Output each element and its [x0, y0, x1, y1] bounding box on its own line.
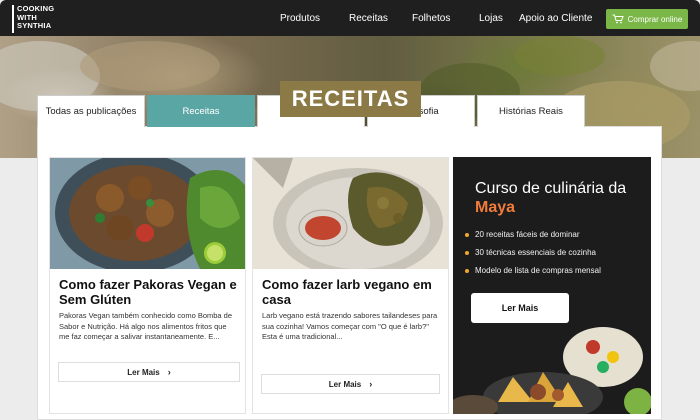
promo-feature-list: 20 receitas fáceis de dominar 30 técnica… [465, 226, 645, 280]
card-title[interactable]: Como fazer Pakoras Vegan e Sem Glúten [59, 277, 239, 307]
nav-item-lojas[interactable]: Lojas [479, 13, 503, 24]
promo-feature: 20 receitas fáceis de dominar [465, 226, 645, 244]
shop-online-label: Comprar online [627, 14, 683, 24]
read-more-label: Ler Mais [127, 367, 160, 377]
promo-read-more-button[interactable]: Ler Mais [471, 293, 569, 323]
shop-online-button[interactable]: Comprar online [606, 9, 688, 29]
promo-food-image [453, 327, 651, 414]
pakoras-image [50, 158, 245, 269]
read-more-button[interactable]: Ler Mais › [58, 362, 240, 382]
tab-historias-reais[interactable]: Histórias Reais [477, 95, 585, 127]
nav-item-receitas[interactable]: Receitas [349, 13, 388, 24]
promo-feature: Modelo de lista de compras mensal [465, 262, 645, 280]
recipe-card-pakoras[interactable]: Como fazer Pakoras Vegan e Sem Glúten Pa… [49, 157, 246, 414]
promo-title-accent: Maya [475, 199, 516, 216]
card-excerpt: Pakoras Vegan também conhecido como Bomb… [59, 311, 233, 341]
nav-item-produtos[interactable]: Produtos [280, 13, 320, 24]
chevron-right-icon: › [167, 367, 171, 377]
nav-item-apoio[interactable]: Apoio ao Cliente [519, 13, 592, 24]
bullet-icon [465, 233, 469, 237]
chevron-right-icon: › [369, 379, 373, 389]
promo-feature: 30 técnicas essenciais de cozinha [465, 244, 645, 262]
top-nav: COOKING WITH SYNTHIA Produtos Receitas F… [0, 0, 700, 36]
bullet-icon [465, 269, 469, 273]
page-frame: COOKING WITH SYNTHIA Produtos Receitas F… [0, 0, 700, 420]
page-title: RECEITAS [280, 81, 421, 117]
logo-line-3: SYNTHIA [17, 21, 52, 30]
nav-item-folhetos[interactable]: Folhetos [412, 13, 450, 24]
promo-title-prefix: Curso de culinária da [475, 180, 627, 197]
promo-feature-text: 20 receitas fáceis de dominar [475, 230, 580, 239]
site-logo[interactable]: COOKING WITH SYNTHIA [12, 4, 62, 33]
larb-image [253, 158, 448, 269]
tab-todas[interactable]: Todas as publicações [37, 95, 145, 127]
read-more-button[interactable]: Ler Mais › [261, 374, 440, 394]
cart-icon [612, 14, 624, 24]
tab-receitas[interactable]: Receitas [147, 95, 255, 127]
read-more-label: Ler Mais [328, 379, 362, 389]
course-promo: Curso de culinária da Maya 20 receitas f… [453, 157, 651, 414]
promo-feature-text: 30 técnicas essenciais de cozinha [475, 248, 596, 257]
bullet-icon [465, 251, 469, 255]
card-title[interactable]: Como fazer larb vegano em casa [262, 277, 442, 307]
promo-title: Curso de culinária da Maya [475, 179, 645, 217]
promo-feature-text: Modelo de lista de compras mensal [475, 266, 601, 275]
card-excerpt: Larb vegano está trazendo sabores tailan… [262, 311, 438, 341]
recipe-card-larb[interactable]: Como fazer larb vegano em casa Larb vega… [252, 157, 449, 414]
